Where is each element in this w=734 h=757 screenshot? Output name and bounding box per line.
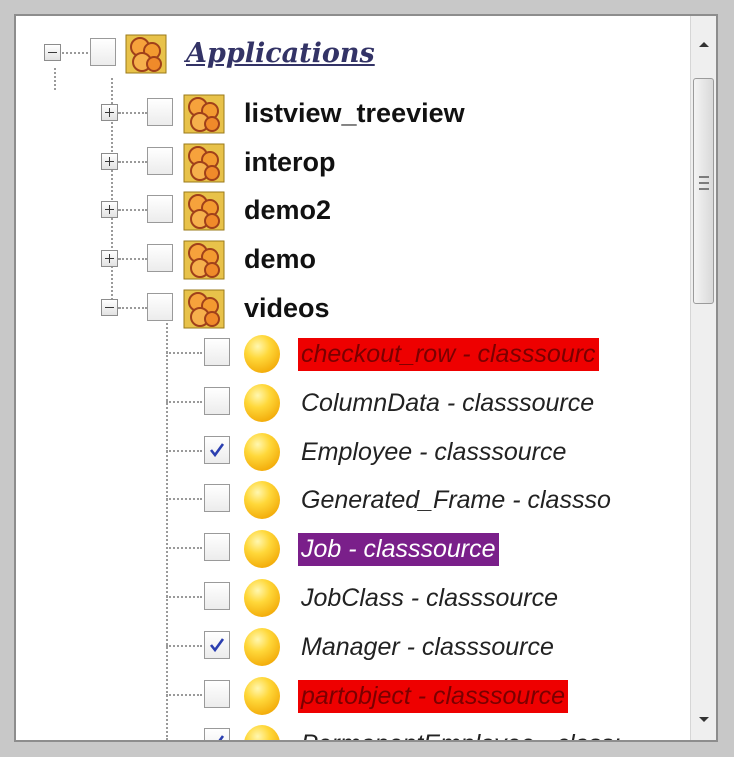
tree-node-package[interactable]: demo — [16, 236, 576, 284]
tree-node-label: PermanentEmployee - class: — [298, 728, 624, 740]
package-icon — [183, 94, 225, 134]
tree-connector — [62, 52, 88, 54]
tree-connector — [166, 694, 202, 696]
tree-checkbox[interactable] — [147, 293, 173, 321]
tree-node-label: Employee - classsource — [301, 438, 567, 466]
tree-node-class[interactable]: partobject - classsource — [16, 672, 692, 720]
tree-checkbox[interactable] — [90, 38, 116, 66]
class-icon — [242, 480, 284, 522]
collapse-toggle[interactable] — [44, 44, 61, 61]
expand-toggle[interactable] — [101, 250, 118, 267]
class-icon — [242, 578, 284, 620]
tree-node-class[interactable]: JobClass - classsource — [16, 574, 692, 622]
scroll-up-button[interactable] — [691, 30, 716, 60]
tree-node-label: Manager - classsource — [301, 633, 554, 661]
tree-node-package[interactable]: listview_treeview — [16, 90, 576, 138]
tree-node-package[interactable]: interop — [16, 139, 576, 187]
tree-connector — [166, 498, 202, 500]
tree-node-label: Job - classsource — [298, 533, 499, 566]
tree-checkbox[interactable] — [147, 195, 173, 223]
class-icon — [242, 529, 284, 571]
class-icon — [242, 676, 284, 718]
package-icon — [183, 240, 225, 280]
tree-checkbox[interactable] — [204, 387, 230, 415]
checkmark-icon — [209, 638, 225, 653]
tree-connector — [166, 450, 202, 452]
tree-node-class[interactable]: Job - classsource — [16, 525, 692, 573]
tree-node-class[interactable]: Manager - classsource — [16, 623, 692, 671]
scroll-down-button[interactable] — [691, 706, 716, 736]
tree-checkbox[interactable] — [147, 147, 173, 175]
tree-connector — [166, 645, 202, 647]
tree-node-class[interactable]: Employee - classsource — [16, 428, 692, 476]
tree-node-label: JobClass - classsource — [301, 584, 559, 612]
tree-node-package[interactable]: videos — [16, 285, 576, 333]
tree-node-label: partobject - classsource — [298, 680, 569, 713]
tree-connector — [166, 352, 202, 354]
tree-checkbox[interactable] — [204, 582, 230, 610]
tree-connector — [119, 258, 147, 260]
tree-node-label: Applications — [186, 38, 375, 69]
tree-node-class[interactable]: checkout_row - classsourc — [16, 330, 692, 378]
package-icon — [183, 143, 225, 183]
tree-checkbox[interactable] — [204, 533, 230, 561]
tree-connector — [119, 307, 147, 309]
scrollbar-thumb[interactable] — [693, 78, 714, 304]
checkmark-icon — [218, 735, 225, 740]
expand-toggle[interactable] — [101, 201, 118, 218]
class-icon — [242, 432, 284, 474]
tree-node-label: videos — [244, 293, 330, 323]
tree-checkbox[interactable] — [204, 631, 230, 659]
tree-node-label: demo — [244, 244, 317, 274]
tree-node-label: interop — [244, 147, 336, 177]
tree-connector — [119, 209, 147, 211]
vertical-scrollbar[interactable] — [690, 16, 716, 740]
tree-checkbox[interactable] — [147, 244, 173, 272]
tree-checkbox[interactable] — [204, 436, 230, 464]
expand-toggle[interactable] — [101, 153, 118, 170]
scroll-up-arrow-icon — [699, 42, 709, 47]
tree-node-class[interactable]: Generated_Frame - classso — [16, 476, 692, 524]
tree-node-package[interactable]: demo2 — [16, 187, 576, 235]
tree-node-label: checkout_row - classsourc — [298, 338, 599, 371]
tree-checkbox[interactable] — [204, 728, 230, 740]
thumb-grip — [699, 176, 709, 178]
tree-node-label: Generated_Frame - classso — [301, 486, 611, 514]
collapse-toggle[interactable] — [101, 299, 118, 316]
tree-checkbox[interactable] — [204, 338, 230, 366]
tree-connector — [119, 161, 147, 163]
class-icon — [242, 627, 284, 669]
tree-connector — [166, 547, 202, 549]
tree-panel: Applications listview_treeview interop d… — [14, 14, 718, 742]
tree-connector — [166, 401, 202, 403]
tree-node-class[interactable]: PermanentEmployee - class: — [16, 720, 692, 740]
tree-node-label: ColumnData - classsource — [301, 389, 595, 417]
tree-checkbox[interactable] — [204, 484, 230, 512]
thumb-grip — [699, 188, 709, 190]
tree-node-root[interactable]: Applications — [16, 32, 416, 80]
class-icon — [242, 724, 284, 740]
package-icon — [183, 191, 225, 231]
tree-checkbox[interactable] — [147, 98, 173, 126]
expand-toggle[interactable] — [101, 104, 118, 121]
tree-view[interactable]: Applications listview_treeview interop d… — [16, 16, 692, 740]
checkmark-icon — [209, 443, 225, 458]
tree-connector — [119, 112, 147, 114]
tree-checkbox[interactable] — [204, 680, 230, 708]
tree-node-label: demo2 — [244, 195, 332, 225]
thumb-grip — [699, 182, 709, 184]
package-icon — [125, 34, 167, 74]
tree-node-label: listview_treeview — [244, 98, 465, 128]
class-icon — [242, 383, 284, 425]
class-icon — [242, 334, 284, 376]
package-icon — [183, 289, 225, 329]
tree-connector — [166, 596, 202, 598]
tree-node-class[interactable]: ColumnData - classsource — [16, 379, 692, 427]
scroll-down-arrow-icon — [699, 717, 709, 722]
